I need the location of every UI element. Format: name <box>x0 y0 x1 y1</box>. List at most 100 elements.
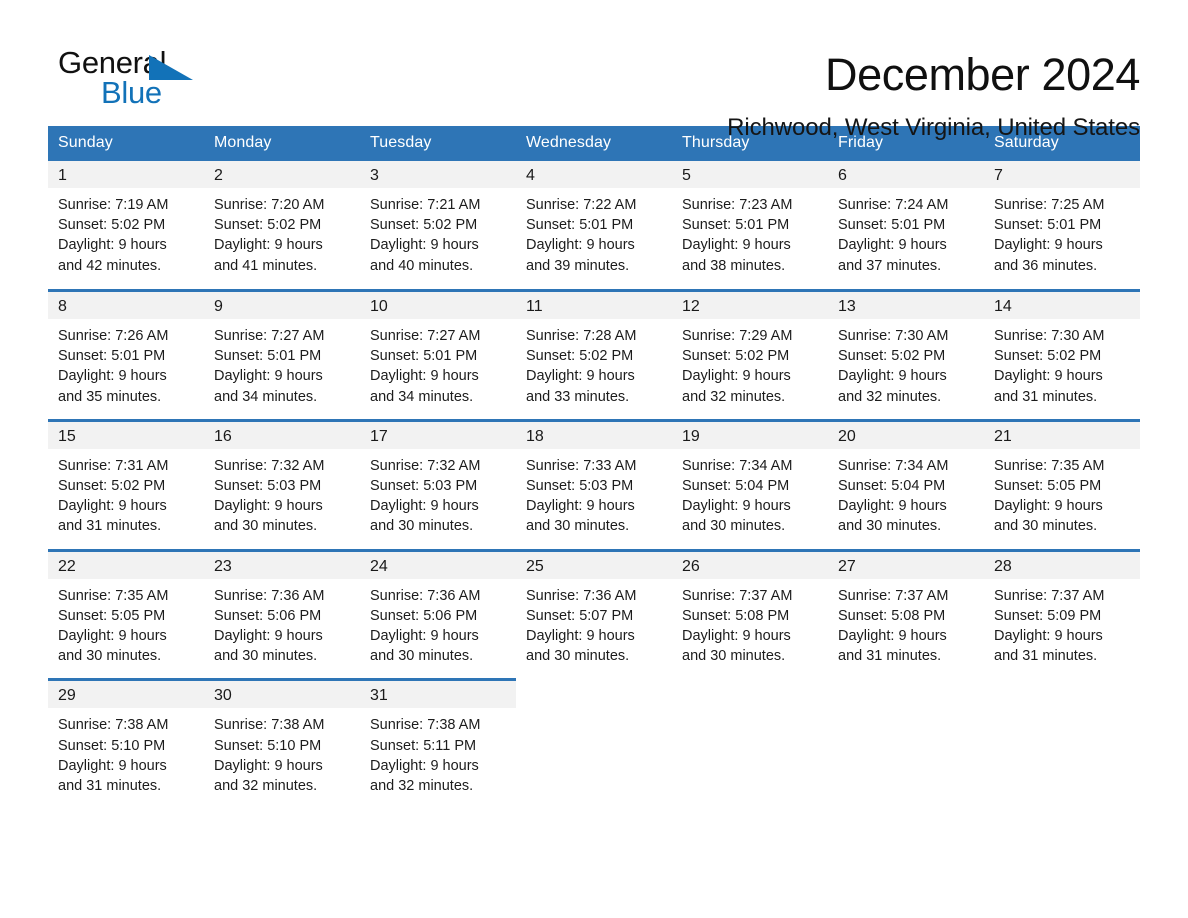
daylight-text-line2: and 31 minutes. <box>58 778 162 795</box>
page-header: General Blue December 2024 Richwood, Wes… <box>0 0 1188 142</box>
calendar-day-cell[interactable]: 27 Sunrise: 7:37 AM Sunset: 5:08 PM Dayligh… <box>828 548 984 679</box>
day-number: 14 <box>994 298 1012 315</box>
sunset-text: Sunset: 5:02 PM <box>994 348 1102 365</box>
daylight-text-line1: Daylight: 9 hours <box>994 237 1103 254</box>
daylight-text-line2: and 30 minutes. <box>214 648 318 665</box>
daylight-text-line2: and 32 minutes. <box>838 388 942 405</box>
sunset-text: Sunset: 5:02 PM <box>58 478 166 495</box>
calendar-day-cell[interactable]: 12 Sunrise: 7:29 AM Sunset: 5:02 PM Dayligh… <box>672 289 828 419</box>
calendar-day-cell[interactable]: 19 Sunrise: 7:34 AM Sunset: 5:04 PM Dayligh… <box>672 418 828 549</box>
calendar-day-cell[interactable]: 13 Sunrise: 7:30 AM Sunset: 5:02 PM Dayligh… <box>828 289 984 419</box>
daylight-text-line2: and 31 minutes. <box>994 388 1098 405</box>
day-number: 24 <box>370 557 388 575</box>
calendar-day-cell[interactable]: 2 Sunrise: 7:20 AM Sunset: 5:02 PM Daylight… <box>204 161 360 289</box>
calendar-day-cell[interactable]: 26 Sunrise: 7:37 AM Sunset: 5:08 PM Dayligh… <box>672 548 828 679</box>
sunrise-text: Sunrise: 7:19 AM <box>58 197 169 213</box>
daylight-text-line2: and 30 minutes. <box>682 518 786 535</box>
sunset-text: Sunset: 5:10 PM <box>58 737 166 754</box>
calendar-day-cell[interactable]: 8 Sunrise: 7:26 AM Sunset: 5:01 PM Daylight… <box>48 289 204 419</box>
day-detail-block: Sunrise: 7:35 AM Sunset: 5:05 PM Daylight:… <box>984 448 1140 549</box>
day-number-band: 1 <box>48 161 204 188</box>
daylight-text-line1: Daylight: 9 hours <box>838 498 947 515</box>
daylight-text-line1: Daylight: 9 hours <box>682 628 791 645</box>
day-number: 20 <box>838 427 856 445</box>
calendar-day-cell[interactable]: 4 Sunrise: 7:22 AM Sunset: 5:01 PM Daylight… <box>516 161 672 289</box>
daylight-text-line2: and 34 minutes. <box>214 388 318 405</box>
calendar-day-cell[interactable]: 23 Sunrise: 7:36 AM Sunset: 5:06 PM Dayligh… <box>204 548 360 679</box>
day-number-band: 28 <box>984 551 1140 579</box>
calendar-day-cell[interactable]: 22 Sunrise: 7:35 AM Sunset: 5:05 PM Dayligh… <box>48 548 204 679</box>
calendar-week-row: 22 Sunrise: 7:35 AM Sunset: 5:05 PM Dayligh… <box>48 548 1140 679</box>
sunrise-text: Sunrise: 7:37 AM <box>682 587 793 604</box>
daylight-text-line1: Daylight: 9 hours <box>370 628 479 645</box>
calendar-day-cell[interactable]: 31 Sunrise: 7:38 AM Sunset: 5:11 PM Dayligh… <box>360 678 516 809</box>
daylight-text-line1: Daylight: 9 hours <box>994 368 1103 385</box>
calendar-day-cell[interactable]: 30 Sunrise: 7:38 AM Sunset: 5:10 PM Dayligh… <box>204 678 360 809</box>
calendar-day-cell[interactable]: 16 Sunrise: 7:32 AM Sunset: 5:03 PM Dayligh… <box>204 418 360 549</box>
calendar-day-cell[interactable]: 6 Sunrise: 7:24 AM Sunset: 5:01 PM Daylight… <box>828 161 984 289</box>
daylight-text-line1: Daylight: 9 hours <box>838 628 947 645</box>
sunset-text: Sunset: 5:06 PM <box>214 607 322 624</box>
calendar-day-cell[interactable]: 1 Sunrise: 7:19 AM Sunset: 5:02 PM Daylight… <box>48 161 204 289</box>
calendar-day-cell[interactable]: 5 Sunrise: 7:23 AM Sunset: 5:01 PM Daylight… <box>672 161 828 289</box>
calendar-week-row: 29 Sunrise: 7:38 AM Sunset: 5:10 PM Dayligh… <box>48 678 1140 809</box>
weekday-header-sunday: Sunday <box>48 126 204 161</box>
daylight-text-line1: Daylight: 9 hours <box>214 368 323 385</box>
daylight-text-line2: and 41 minutes. <box>214 257 318 274</box>
sunset-text: Sunset: 5:02 PM <box>682 348 790 365</box>
calendar-day-cell[interactable]: 3 Sunrise: 7:21 AM Sunset: 5:02 PM Daylight… <box>360 161 516 289</box>
calendar-page: General Blue December 2024 Richwood, Wes… <box>0 0 1188 918</box>
sunrise-text: Sunrise: 7:36 AM <box>214 587 325 604</box>
sunrise-text: Sunrise: 7:25 AM <box>994 197 1105 213</box>
day-number: 30 <box>214 687 232 705</box>
daylight-text-line2: and 30 minutes. <box>526 648 630 665</box>
day-number-band: 8 <box>48 292 204 319</box>
calendar-day-cell[interactable]: 21 Sunrise: 7:35 AM Sunset: 5:05 PM Dayligh… <box>984 418 1140 549</box>
daylight-text-line1: Daylight: 9 hours <box>214 237 323 254</box>
sunset-text: Sunset: 5:02 PM <box>58 217 166 234</box>
day-detail-block: Sunrise: 7:38 AM Sunset: 5:10 PM Daylight:… <box>48 708 204 809</box>
day-number-band: 2 <box>204 161 360 188</box>
calendar-day-cell[interactable]: 10 Sunrise: 7:27 AM Sunset: 5:01 PM Dayligh… <box>360 289 516 419</box>
day-number-band: 4 <box>516 161 672 188</box>
day-number-band: 19 <box>672 421 828 449</box>
day-number: 23 <box>214 557 232 575</box>
calendar-day-cell[interactable]: 20 Sunrise: 7:34 AM Sunset: 5:04 PM Dayligh… <box>828 418 984 549</box>
sunrise-text: Sunrise: 7:32 AM <box>214 457 325 474</box>
day-number: 11 <box>526 298 543 315</box>
calendar-day-cell[interactable]: 28 Sunrise: 7:37 AM Sunset: 5:09 PM Dayligh… <box>984 548 1140 679</box>
day-detail-block: Sunrise: 7:37 AM Sunset: 5:09 PM Daylight:… <box>984 578 1140 679</box>
calendar-day-cell-empty <box>828 678 984 807</box>
daylight-text-line1: Daylight: 9 hours <box>370 498 479 515</box>
day-detail-block <box>984 708 1140 807</box>
calendar-day-cell[interactable]: 14 Sunrise: 7:30 AM Sunset: 5:02 PM Dayligh… <box>984 289 1140 419</box>
calendar-day-cell-empty <box>516 678 672 807</box>
daylight-text-line1: Daylight: 9 hours <box>526 368 635 385</box>
sunrise-text: Sunrise: 7:27 AM <box>214 328 325 344</box>
calendar-day-cell[interactable]: 18 Sunrise: 7:33 AM Sunset: 5:03 PM Dayligh… <box>516 418 672 549</box>
day-number-band: 14 <box>984 292 1140 319</box>
sunset-text: Sunset: 5:01 PM <box>370 348 478 365</box>
calendar-day-cell[interactable]: 17 Sunrise: 7:32 AM Sunset: 5:03 PM Dayligh… <box>360 418 516 549</box>
calendar-day-cell[interactable]: 25 Sunrise: 7:36 AM Sunset: 5:07 PM Dayligh… <box>516 548 672 679</box>
daylight-text-line2: and 30 minutes. <box>838 518 942 535</box>
calendar-day-cell[interactable]: 29 Sunrise: 7:38 AM Sunset: 5:10 PM Dayligh… <box>48 678 204 809</box>
daylight-text-line2: and 34 minutes. <box>370 388 474 405</box>
day-number-band: 11 <box>516 292 672 319</box>
sunset-text: Sunset: 5:04 PM <box>838 478 946 495</box>
calendar-day-cell[interactable]: 15 Sunrise: 7:31 AM Sunset: 5:02 PM Dayligh… <box>48 418 204 549</box>
daylight-text-line1: Daylight: 9 hours <box>682 237 791 254</box>
daylight-text-line1: Daylight: 9 hours <box>58 237 167 254</box>
day-detail-block: Sunrise: 7:24 AM Sunset: 5:01 PM Daylight:… <box>828 188 984 288</box>
calendar-day-cell[interactable]: 24 Sunrise: 7:36 AM Sunset: 5:06 PM Dayligh… <box>360 548 516 679</box>
day-number: 26 <box>682 557 700 575</box>
calendar-day-cell[interactable]: 11 Sunrise: 7:28 AM Sunset: 5:02 PM Dayligh… <box>516 289 672 419</box>
day-number-band: 25 <box>516 551 672 579</box>
calendar-day-cell[interactable]: 9 Sunrise: 7:27 AM Sunset: 5:01 PM Daylight… <box>204 289 360 419</box>
sunset-text: Sunset: 5:07 PM <box>526 607 634 624</box>
day-number-band <box>672 681 828 709</box>
calendar-day-cell[interactable]: 7 Sunrise: 7:25 AM Sunset: 5:01 PM Daylight… <box>984 161 1140 289</box>
sunrise-text: Sunrise: 7:36 AM <box>526 587 637 604</box>
day-detail-block: Sunrise: 7:32 AM Sunset: 5:03 PM Daylight:… <box>360 448 516 549</box>
day-detail-block: Sunrise: 7:36 AM Sunset: 5:07 PM Daylight:… <box>516 578 672 679</box>
